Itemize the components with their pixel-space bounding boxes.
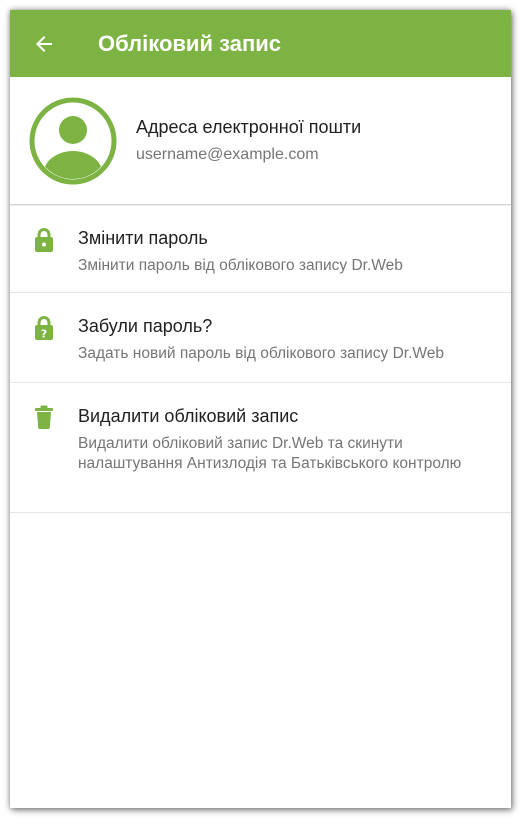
account-email: username@example.com (136, 146, 319, 163)
app-window: Обліковий запис Адреса електронної пошти… (10, 10, 511, 808)
account-header: Адреса електронної пошти username@exampl… (10, 77, 511, 205)
user-avatar-icon (29, 97, 117, 184)
item-subtitle: Задать новий пароль від облікового запис… (78, 345, 444, 362)
item-title: Видалити обліковий запис (78, 406, 299, 426)
lock-icon (35, 228, 53, 252)
change-password-item[interactable]: Змінити пароль Змінити пароль від обліко… (10, 205, 511, 293)
delete-account-item[interactable]: Видалити обліковий запис Видалити обліко… (10, 383, 511, 513)
forgot-password-item[interactable]: ? Забули пароль? Задать новий пароль від… (10, 293, 511, 383)
item-title: Змінити пароль (78, 228, 208, 248)
item-title: Забули пароль? (78, 316, 213, 336)
svg-text:?: ? (41, 328, 47, 341)
back-button[interactable] (10, 10, 78, 77)
page-title: Обліковий запис (98, 30, 282, 56)
item-subtitle: Видалити обліковий запис Dr.Web та скину… (78, 435, 462, 472)
item-subtitle: Змінити пароль від облікового запису Dr.… (78, 257, 403, 274)
account-label: Адреса електронної пошти (136, 117, 362, 137)
arrow-left-icon (36, 35, 52, 52)
trash-icon (35, 405, 53, 429)
lock-question-icon: ? (35, 316, 53, 341)
app-bar: Обліковий запис (10, 10, 511, 77)
